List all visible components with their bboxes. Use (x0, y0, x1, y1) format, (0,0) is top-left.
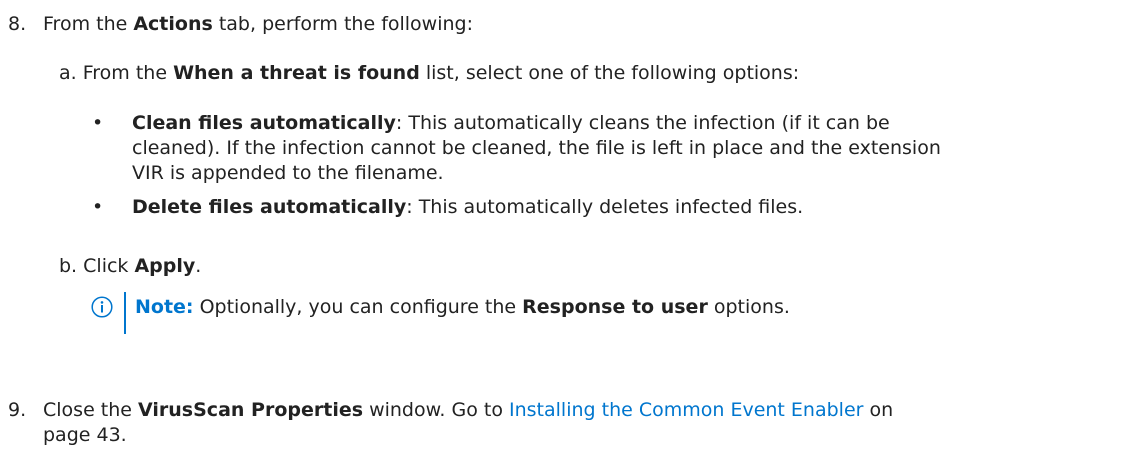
note-callout: Note: Optionally, you can configure the … (91, 292, 1091, 334)
substep-b: b. Click Apply. (59, 254, 1109, 279)
option-desc-line: : This automatically cleans the infectio… (395, 112, 890, 134)
substep-a-pre: From the (76, 62, 174, 84)
note-post: options. (707, 296, 790, 318)
step-9-text: Close the VirusScan Properties window. G… (43, 398, 1120, 448)
step-8-post: tab, perform the following: (212, 13, 474, 35)
option-desc-line: : This automatically deletes infected fi… (406, 196, 804, 218)
option-desc-line: VIR is appended to the filename. (132, 162, 444, 184)
step-9-mid: window. Go to (363, 399, 509, 421)
substep-marker: b. (59, 255, 78, 277)
substep-a-post: list, select one of the following option… (419, 62, 800, 84)
bullet-text: Delete files automatically: This automat… (132, 195, 1102, 220)
response-to-user-name: Response to user (522, 296, 708, 318)
substep-a: a. From the When a threat is found list,… (59, 61, 1109, 86)
bullet-text: Clean files automatically: This automati… (132, 111, 1102, 186)
installing-cee-link[interactable]: Installing the Common Event Enabler (509, 399, 863, 421)
step-8-text: From the Actions tab, perform the follow… (43, 12, 1120, 37)
step-number: 9. (8, 399, 27, 421)
step-9-pre: Close the (43, 399, 139, 421)
bullet-icon: • (92, 112, 104, 134)
virusscan-window-name: VirusScan Properties (138, 399, 364, 421)
substep-marker: a. (59, 62, 77, 84)
step-9-post: on (863, 399, 894, 421)
note-pre: Optionally, you can configure the (193, 296, 523, 318)
substep-b-pre: Click (77, 255, 135, 277)
note-divider (124, 292, 126, 334)
note-text: Note: Optionally, you can configure the … (135, 295, 790, 320)
substep-b-post: . (195, 255, 202, 277)
bullet-icon: • (92, 196, 104, 218)
option-desc-line: cleaned). If the infection cannot be cle… (132, 137, 941, 159)
apply-action-name: Apply (134, 255, 196, 277)
actions-tab-name: Actions (133, 13, 213, 35)
step-9-page-ref: page 43. (43, 424, 127, 446)
note-label: Note: (135, 296, 194, 318)
option-term: Clean files automatically (132, 112, 396, 134)
step-number: 8. (8, 13, 27, 35)
threat-found-list-name: When a threat is found (173, 62, 420, 84)
step-8-pre: From the (43, 13, 134, 35)
option-term: Delete files automatically (132, 196, 407, 218)
info-icon (91, 296, 113, 318)
